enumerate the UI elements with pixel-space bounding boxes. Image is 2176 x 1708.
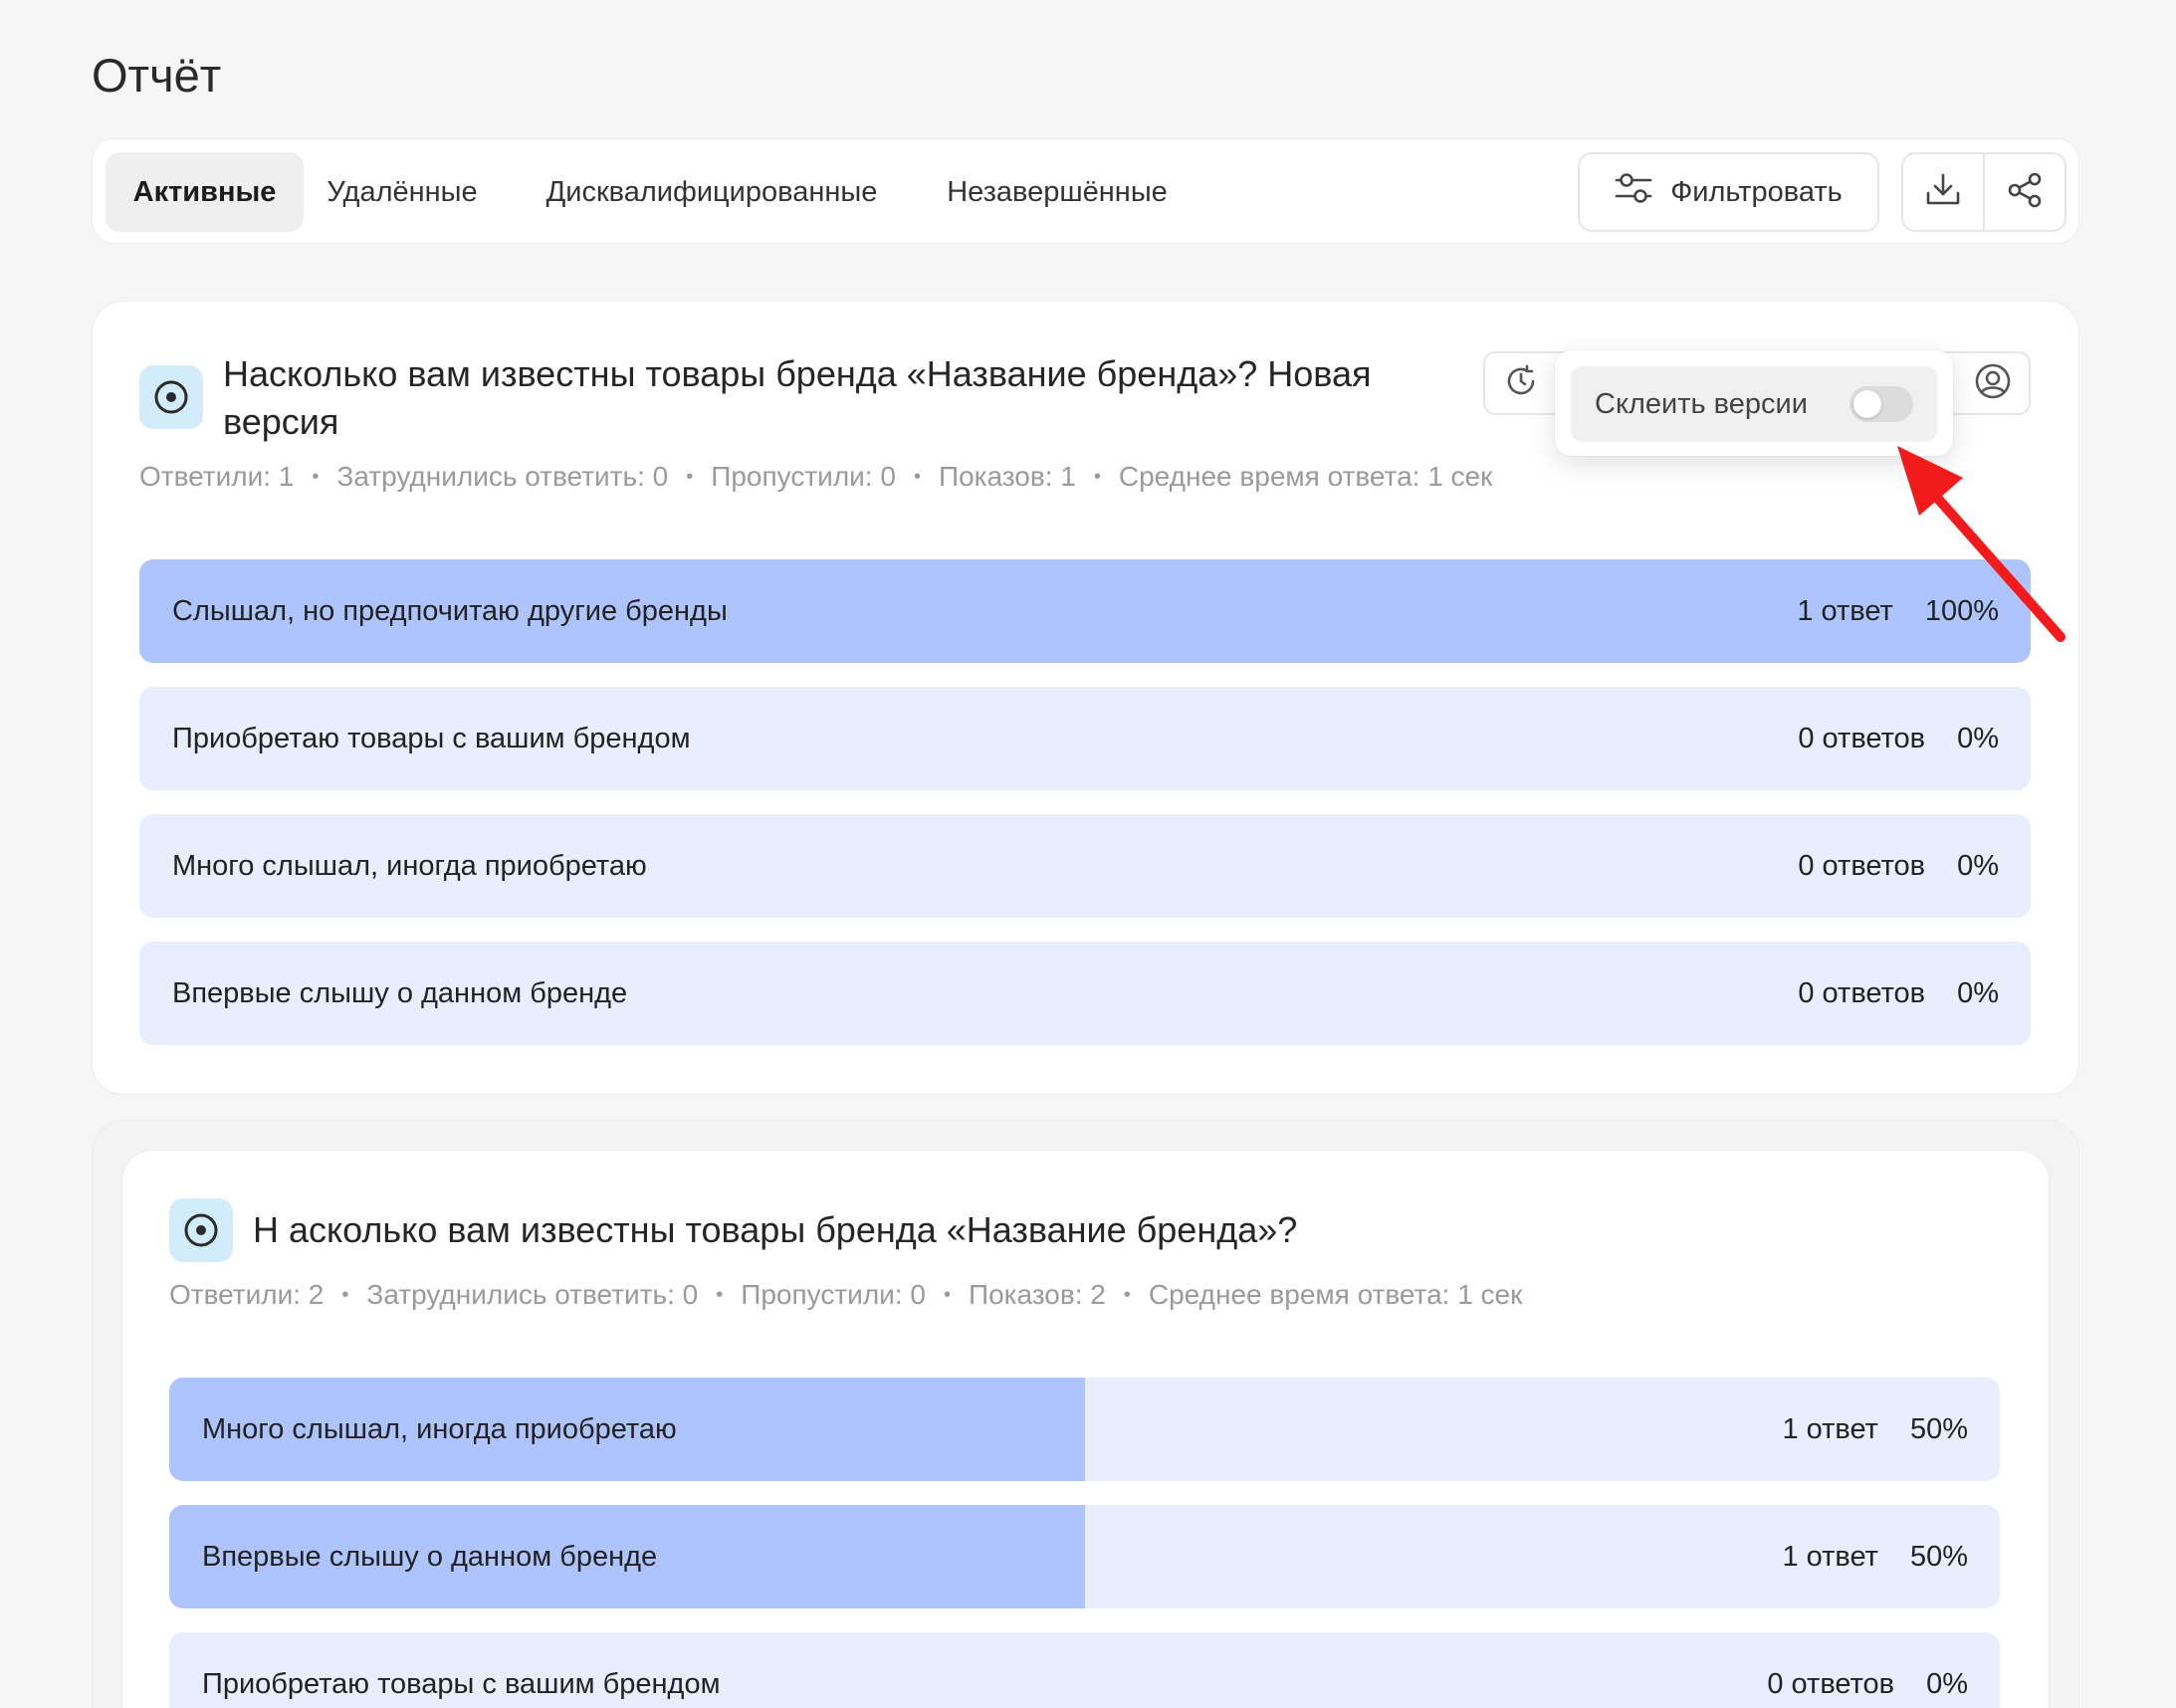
question-stats: Ответили: 1 • Затруднились ответить: 0 • П…	[139, 461, 1493, 492]
tab-active[interactable]: Активные	[106, 152, 304, 232]
answer-label: Много слышал, иногда приобретаю	[202, 1412, 677, 1445]
answer-percent: 50%	[1909, 1540, 1968, 1573]
export-button-group	[1901, 152, 2067, 232]
filter-button[interactable]: Фильтровать	[1578, 152, 1879, 232]
answer-label: Приобретаю товары с вашим брендом	[202, 1667, 721, 1700]
answer-row: Много слышал, иногда приобретаю 0 ответо…	[139, 814, 2031, 918]
tab-deleted[interactable]: Удалённые	[304, 152, 501, 232]
page-title: Отчёт	[92, 49, 222, 102]
download-icon	[1924, 171, 1962, 214]
answer-row: Впервые слышу о данном бренде 1 ответ 50%	[169, 1505, 2000, 1608]
single-choice-icon	[169, 1198, 233, 1262]
tab-disqualified[interactable]: Дисквалифицированные	[511, 152, 913, 232]
answer-count: 0 ответов	[1798, 849, 1926, 882]
answer-count: 1 ответ	[1797, 594, 1893, 627]
answer-label: Впервые слышу о данном бренде	[202, 1540, 658, 1573]
answer-label: Впервые слышу о данном бренде	[172, 976, 628, 1009]
answer-row: Слышал, но предпочитаю другие бренды 1 о…	[139, 559, 2031, 663]
answer-count: 1 ответ	[1782, 1540, 1878, 1573]
filter-button-label: Фильтровать	[1670, 175, 1843, 208]
answer-count: 0 ответов	[1767, 1667, 1895, 1700]
answer-label: Приобретаю товары с вашим брендом	[172, 722, 691, 754]
share-icon	[2006, 171, 2044, 214]
question-title: Н асколько вам известны товары бренда «Н…	[253, 1209, 1298, 1250]
share-button[interactable]	[1983, 154, 2065, 230]
history-icon	[1504, 364, 1538, 403]
answer-row: Приобретаю товары с вашим брендом 0 отве…	[139, 687, 2031, 790]
respondent-button[interactable]	[1957, 353, 2029, 413]
download-button[interactable]	[1903, 154, 1983, 230]
answer-row: Много слышал, иногда приобретаю 1 ответ 5…	[169, 1378, 2000, 1481]
answer-label: Много слышал, иногда приобретаю	[172, 849, 647, 882]
question-stats: Ответили: 2 • Затруднились ответить: 0 • П…	[169, 1279, 1523, 1310]
answer-percent: 0%	[1957, 722, 1999, 754]
answer-percent: 0%	[1957, 849, 1999, 882]
answer-row: Впервые слышу о данном бренде 0 ответов 0…	[139, 942, 2031, 1045]
answer-percent: 50%	[1909, 1412, 1968, 1445]
tab-incomplete[interactable]: Незавершённые	[917, 152, 1197, 232]
question-title: Насколько вам известны товары бренда «На…	[223, 353, 1372, 442]
answer-percent: 0%	[1957, 976, 1999, 1009]
merge-versions-option[interactable]: Склеить версии	[1571, 366, 1937, 442]
answer-row: Приобретаю товары с вашим брендом 0 отве…	[169, 1632, 2000, 1708]
merge-versions-toggle[interactable]	[1850, 386, 1913, 422]
merge-versions-popover: Склеить версии	[1555, 350, 1953, 456]
answer-count: 1 ответ	[1782, 1412, 1878, 1445]
answer-count: 0 ответов	[1798, 976, 1926, 1009]
history-button[interactable]	[1485, 353, 1557, 413]
single-choice-icon	[139, 365, 203, 429]
answer-label: Слышал, но предпочитаю другие бренды	[172, 594, 728, 627]
toolbar: Активные Удалённые Дисквалифицированные …	[92, 138, 2079, 244]
user-circle-icon	[1974, 362, 2012, 405]
merge-versions-label: Склеить версии	[1595, 387, 1808, 420]
sliders-icon	[1615, 171, 1652, 213]
answer-count: 0 ответов	[1798, 722, 1926, 754]
answer-percent: 100%	[1924, 594, 1999, 627]
answer-percent: 0%	[1926, 1667, 1968, 1700]
